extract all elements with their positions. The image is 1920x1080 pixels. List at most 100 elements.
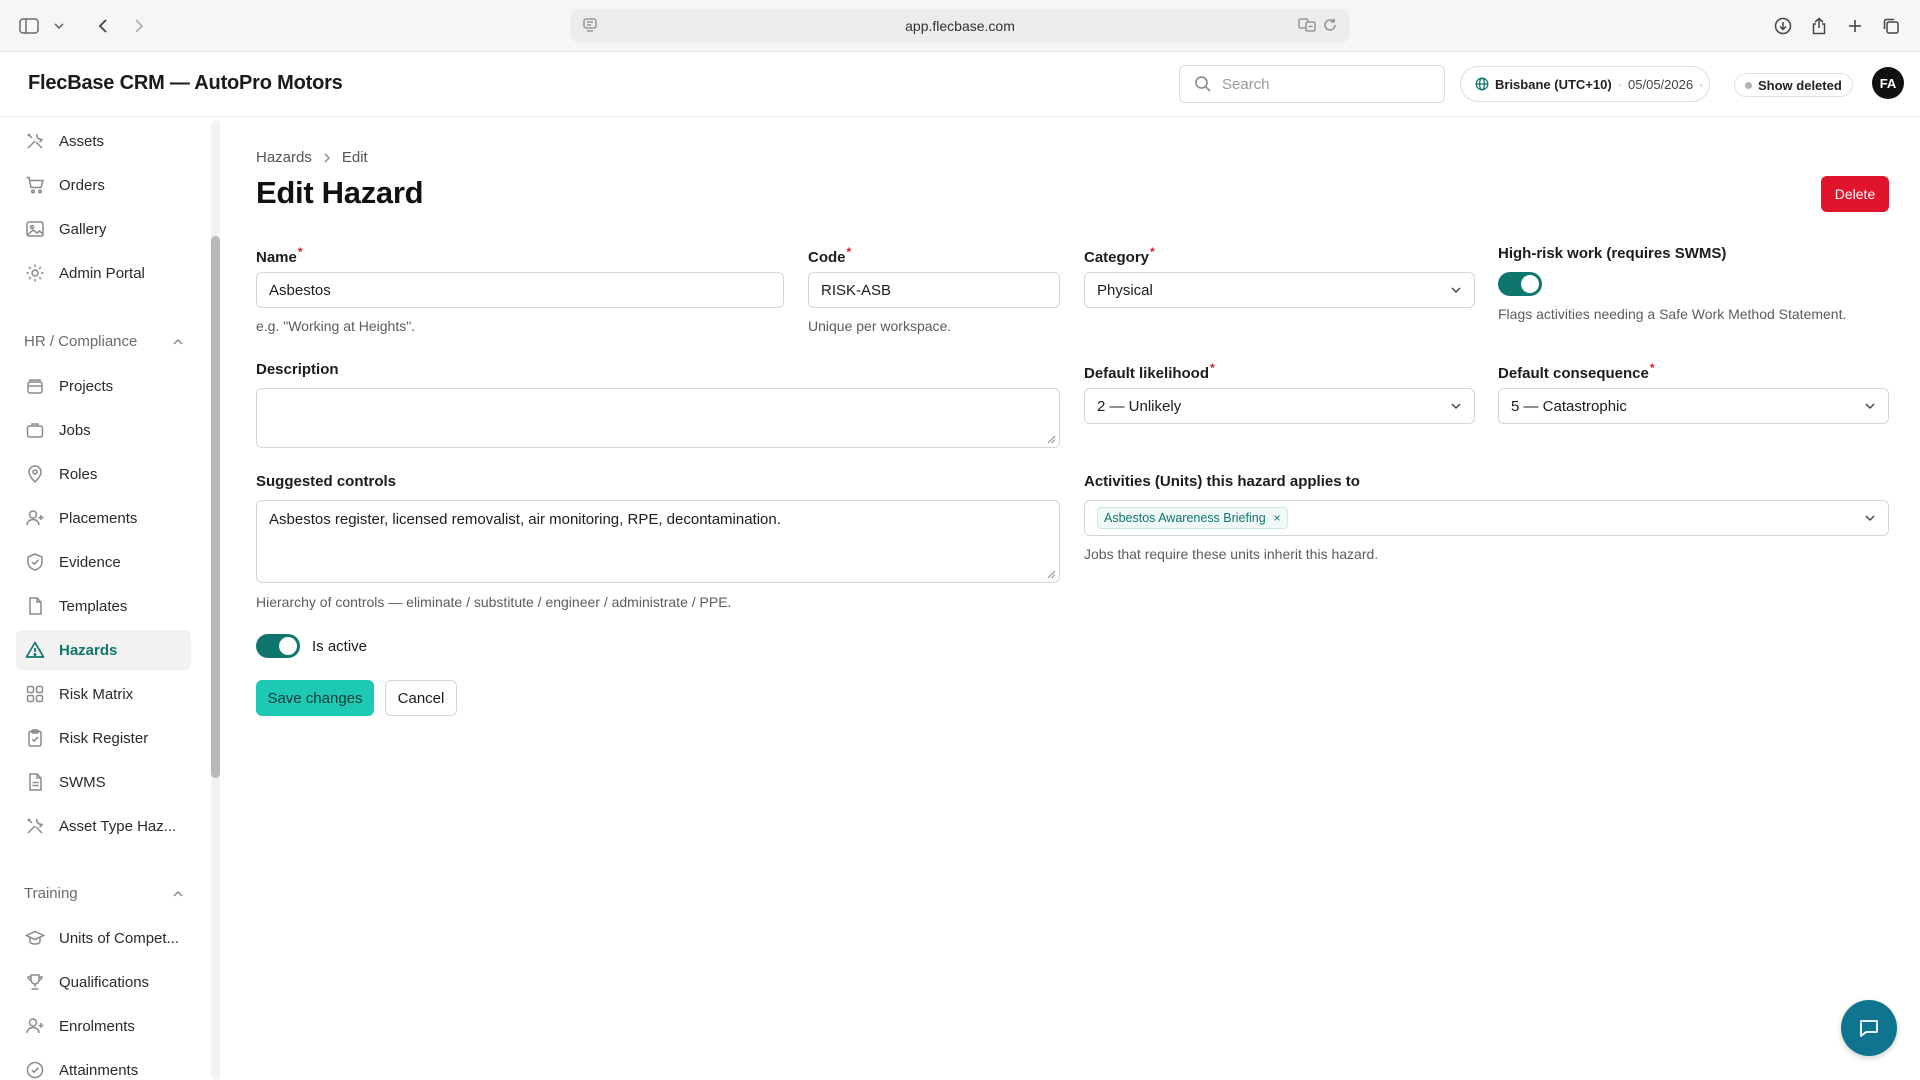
sidebar-item-enrolments[interactable]: Enrolments [16, 1006, 191, 1046]
sidebar-item-label: SWMS [59, 773, 106, 791]
sidebar-item-label: Risk Matrix [59, 685, 134, 703]
activities-hint: Jobs that require these units inherit th… [1084, 546, 1379, 562]
sidebar-item-orders[interactable]: Orders [16, 165, 191, 205]
high-risk-toggle[interactable] [1498, 272, 1542, 296]
name-label: Name* [256, 245, 303, 266]
sidebar-item-assets[interactable]: Assets [16, 121, 191, 161]
description-textarea[interactable] [256, 388, 1060, 448]
url-text[interactable]: app.flecbase.com [905, 18, 1015, 34]
search-input[interactable] [1222, 75, 1422, 93]
check-circle-icon [25, 1060, 45, 1080]
code-label-text: Code [808, 249, 846, 266]
avatar[interactable]: FA [1872, 67, 1904, 99]
chevron-right-icon [322, 152, 332, 164]
sidebar-group-training[interactable]: Training [24, 885, 184, 902]
suggested-controls-textarea[interactable]: Asbestos register, licensed removalist, … [256, 500, 1060, 583]
forward-icon[interactable] [126, 13, 152, 39]
breadcrumb: Hazards Edit [256, 149, 368, 166]
suggested-controls-value: Asbestos register, licensed removalist, … [269, 511, 781, 528]
show-deleted-label: Show deleted [1758, 77, 1842, 93]
sidebar-group-label: Training [24, 885, 78, 902]
category-select[interactable]: Physical [1084, 272, 1475, 308]
sidebar-item-label: Units of Compet... [59, 929, 180, 947]
address-bar[interactable]: app.flecbase.com [570, 9, 1350, 43]
sidebar-item-projects[interactable]: Projects [16, 366, 191, 406]
default-likelihood-select[interactable]: 2 — Unlikely [1084, 388, 1475, 424]
back-icon[interactable] [90, 13, 116, 39]
sidebar-item-units-of-competency[interactable]: Units of Compet... [16, 918, 191, 958]
sidebar-item-label: Admin Portal [59, 264, 145, 282]
category-label: Category* [1084, 245, 1155, 266]
briefcase-icon [25, 420, 45, 440]
sidebar-item-roles[interactable]: Roles [16, 454, 191, 494]
name-hint: e.g. "Working at Heights". [256, 318, 416, 334]
gear-icon [25, 263, 45, 283]
sidebar-item-label: Projects [59, 377, 114, 395]
default-consequence-select[interactable]: 5 — Catastrophic [1498, 388, 1889, 424]
default-likelihood-label: Default likelihood* [1084, 361, 1215, 382]
tabs-overview-icon[interactable] [1878, 13, 1904, 39]
page-settings-icon[interactable] [582, 17, 598, 33]
breadcrumb-hazards-link[interactable]: Hazards [256, 149, 312, 166]
chat-icon [1857, 1016, 1881, 1040]
sidebar-item-placements[interactable]: Placements [16, 498, 191, 538]
code-field[interactable]: RISK-ASB [808, 272, 1060, 308]
cart-icon [25, 175, 45, 195]
name-label-text: Name [256, 249, 297, 266]
new-tab-icon[interactable] [1842, 13, 1868, 39]
activity-chip-label: Asbestos Awareness Briefing [1104, 511, 1266, 525]
sidebar-item-evidence[interactable]: Evidence [16, 542, 191, 582]
downloads-icon[interactable] [1770, 13, 1796, 39]
remove-chip-icon[interactable]: × [1274, 511, 1281, 525]
timezone-date-selector[interactable]: Brisbane (UTC+10) · 05/05/2026 · [1460, 66, 1710, 102]
timezone-label: Brisbane (UTC+10) [1495, 76, 1612, 92]
shield-check-icon [25, 552, 45, 572]
sidebar-item-admin-portal[interactable]: Admin Portal [16, 253, 191, 293]
sidebar-item-label: Enrolments [59, 1017, 135, 1035]
toggle-knob [279, 637, 297, 655]
browser-toolbar: app.flecbase.com [0, 0, 1920, 52]
sidebar-item-jobs[interactable]: Jobs [16, 410, 191, 450]
search-icon [1194, 75, 1212, 93]
category-value: Physical [1097, 281, 1153, 299]
sidebar-item-asset-type-hazards[interactable]: Asset Type Haz... [16, 806, 191, 846]
clipboard-check-icon [25, 728, 45, 748]
sidebar-scrollbar-thumb[interactable] [211, 236, 220, 778]
search-box[interactable] [1179, 65, 1445, 103]
sidebar-item-gallery[interactable]: Gallery [16, 209, 191, 249]
high-risk-hint: Flags activities needing a Safe Work Met… [1498, 306, 1847, 322]
sidebar-item-swms[interactable]: SWMS [16, 762, 191, 802]
sidebar-item-risk-matrix[interactable]: Risk Matrix [16, 674, 191, 714]
save-changes-button[interactable]: Save changes [256, 680, 374, 716]
required-marker: * [297, 245, 303, 259]
sidebar-item-label: Attainments [59, 1061, 139, 1079]
sidebar-item-risk-register[interactable]: Risk Register [16, 718, 191, 758]
resize-handle-icon[interactable] [1047, 435, 1056, 444]
translate-icon[interactable] [1298, 17, 1316, 33]
sidebar-toggle-icon[interactable] [16, 13, 42, 39]
is-active-toggle[interactable] [256, 634, 300, 658]
sidebar-item-label: Orders [59, 176, 105, 194]
date-label: 05/05/2026 [1628, 76, 1694, 92]
sidebar-item-hazards[interactable]: Hazards [16, 630, 191, 670]
name-field[interactable]: Asbestos [256, 272, 784, 308]
show-deleted-toggle[interactable]: Show deleted [1734, 73, 1853, 97]
cancel-button[interactable]: Cancel [385, 680, 457, 716]
delete-button[interactable]: Delete [1821, 176, 1889, 212]
share-icon[interactable] [1806, 13, 1832, 39]
sidebar-item-attainments[interactable]: Attainments [16, 1050, 191, 1080]
tools-icon [25, 131, 45, 151]
activity-chip[interactable]: Asbestos Awareness Briefing × [1097, 507, 1288, 529]
resize-handle-icon[interactable] [1047, 570, 1056, 579]
chat-button[interactable] [1841, 1000, 1897, 1056]
chevron-down-icon[interactable] [46, 13, 72, 39]
chevron-down-icon [1864, 400, 1876, 412]
required-marker: * [1210, 361, 1215, 375]
sidebar-item-qualifications[interactable]: Qualifications [16, 962, 191, 1002]
grid-icon [25, 684, 45, 704]
reload-icon[interactable] [1322, 17, 1338, 33]
image-icon [25, 219, 45, 239]
sidebar-item-templates[interactable]: Templates [16, 586, 191, 626]
app-title[interactable]: FlecBase CRM — AutoPro Motors [28, 72, 343, 95]
sidebar-group-hr-compliance[interactable]: HR / Compliance [24, 333, 184, 350]
